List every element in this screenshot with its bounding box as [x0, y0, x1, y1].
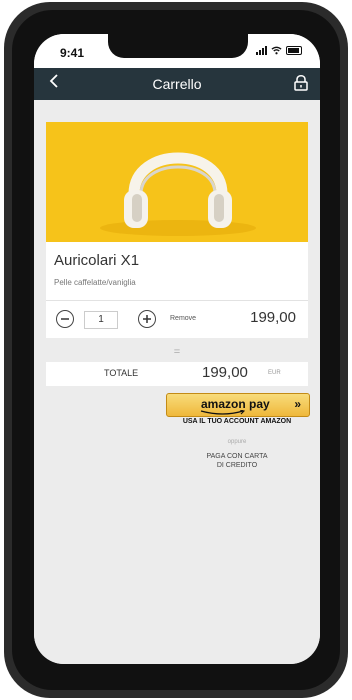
amazon-pay-arrow: »: [294, 397, 301, 411]
credit-card-payment-link[interactable]: PAGA CON CARTA DI CREDITO: [166, 452, 308, 470]
product-price: 199,00: [250, 309, 296, 326]
product-name: Auricolari X1: [54, 252, 140, 269]
battery-icon: [286, 46, 302, 55]
top-navigation-bar: Carrello: [34, 68, 320, 100]
amazon-pay-label: amazon pay: [201, 397, 270, 411]
increase-quantity-button[interactable]: [138, 310, 156, 328]
payment-separator: oppure: [227, 439, 247, 445]
remove-link[interactable]: Remove: [170, 315, 196, 322]
amazon-account-text: USA IL TUO ACCOUNT AMAZON: [182, 418, 292, 425]
total-currency: EUR: [268, 370, 281, 376]
cart-content: Auricolari X1 Pelle caffelatte/vaniglia …: [34, 100, 320, 664]
product-image: [46, 122, 308, 242]
minus-circle-icon: [61, 318, 69, 320]
lock-icon[interactable]: [292, 74, 310, 92]
app-screen: 9:41 Carrello Auricolari X1 Pelle caffel…: [34, 34, 320, 664]
total-row: TOTALE 199,00 EUR: [46, 362, 308, 386]
headphones-image: [100, 152, 256, 236]
status-icons: [256, 46, 302, 55]
equals-symbol: =: [173, 346, 181, 358]
quantity-input[interactable]: 1: [84, 311, 118, 329]
phone-notch: [108, 34, 248, 58]
amazon-pay-button[interactable]: amazon pay »: [166, 393, 310, 417]
quantity-row: 1 Remove 199,00: [46, 300, 308, 339]
plus-circle-icon: [143, 315, 151, 323]
product-description: Pelle caffelatte/vaniglia: [54, 278, 136, 287]
total-price: 199,00: [202, 364, 248, 381]
wifi-icon: [271, 46, 282, 55]
decrease-quantity-button[interactable]: [56, 310, 74, 328]
amazon-smile-icon: [200, 410, 246, 415]
page-title: Carrello: [152, 76, 202, 92]
product-card: Auricolari X1 Pelle caffelatte/vaniglia …: [46, 122, 308, 338]
credit-card-payment-line-1: PAGA CON CARTA: [206, 453, 268, 460]
credit-card-payment-line-2: DI CREDITO: [216, 462, 258, 469]
status-time: 9:41: [60, 46, 85, 60]
signal-icon: [256, 46, 267, 55]
total-label: TOTALE: [104, 368, 139, 378]
